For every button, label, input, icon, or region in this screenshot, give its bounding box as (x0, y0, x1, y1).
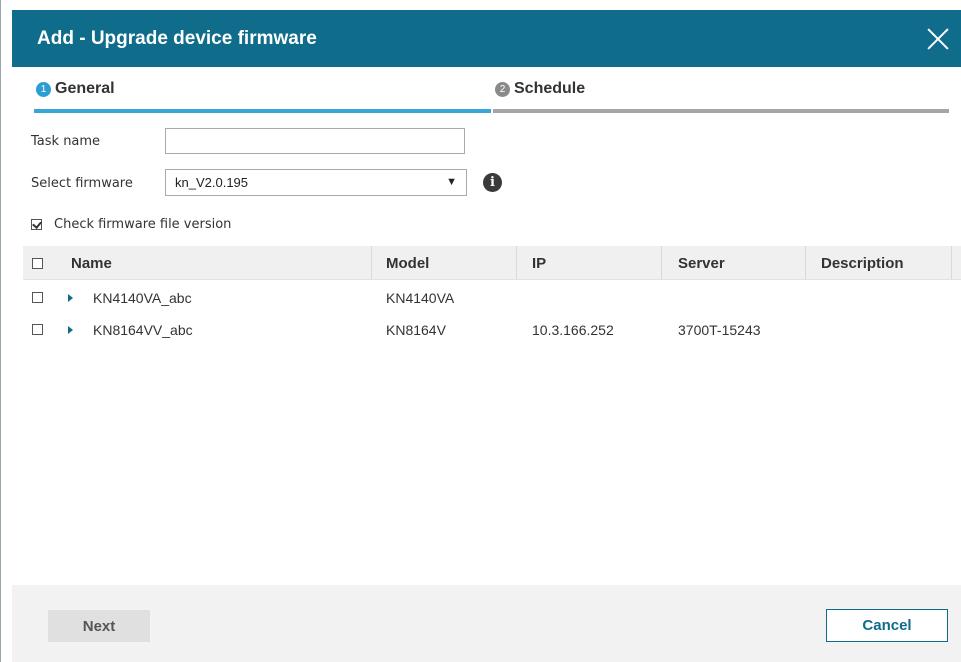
row-ip: 10.3.166.252 (532, 322, 614, 338)
column-divider[interactable] (805, 246, 806, 279)
step-progress-bar (493, 109, 949, 113)
firmware-select[interactable]: kn_V2.0.195 ▼ (165, 169, 467, 196)
next-button[interactable]: Next (48, 610, 150, 642)
wizard-steps: 1 General 2 Schedule (34, 67, 949, 113)
column-header-description[interactable]: Description (821, 255, 904, 272)
column-divider[interactable] (371, 246, 372, 279)
cancel-button[interactable]: Cancel (826, 609, 948, 642)
table-row[interactable]: KN8164VV_abc KN8164V 10.3.166.252 3700T-… (23, 316, 953, 344)
step-progress-bar (34, 109, 491, 113)
step-general[interactable]: 1 General (34, 67, 491, 113)
row-checkbox[interactable] (32, 324, 43, 335)
column-header-model[interactable]: Model (386, 255, 429, 272)
row-server: 3700T-15243 (678, 322, 761, 338)
step-number-badge: 1 (36, 81, 51, 97)
row-name: KN4140VA_abc (93, 290, 192, 306)
row-model: KN8164V (386, 322, 446, 338)
table-row[interactable]: KN4140VA_abc KN4140VA (23, 284, 953, 312)
upgrade-firmware-dialog: Add - Upgrade device firmware 1 General … (0, 0, 961, 662)
check-version-checkbox[interactable] (31, 219, 42, 230)
column-header-server[interactable]: Server (678, 255, 725, 272)
step-number-badge: 2 (495, 81, 510, 97)
step-label: General (55, 80, 115, 97)
close-icon[interactable] (926, 27, 950, 51)
column-divider[interactable] (516, 246, 517, 279)
step-label: Schedule (514, 80, 586, 97)
select-all-checkbox[interactable] (32, 258, 43, 269)
row-model: KN4140VA (386, 290, 455, 306)
dropdown-arrow-icon: ▼ (446, 176, 457, 188)
check-version-label: Check firmware file version (54, 217, 232, 232)
task-name-input[interactable] (165, 128, 465, 154)
column-divider[interactable] (951, 246, 952, 279)
column-header-name[interactable]: Name (71, 255, 112, 272)
table-header: Name Model IP Server Description (23, 246, 961, 280)
dialog-footer: Next Cancel (12, 585, 961, 662)
task-name-label: Task name (31, 134, 101, 149)
select-firmware-label: Select firmware (31, 176, 133, 191)
dialog-titlebar: Add - Upgrade device firmware (12, 10, 961, 67)
expand-arrow-icon[interactable] (68, 294, 73, 302)
dialog-title: Add - Upgrade device firmware (37, 28, 317, 49)
row-name: KN8164VV_abc (93, 322, 193, 338)
column-header-ip[interactable]: IP (532, 255, 546, 272)
column-divider[interactable] (661, 246, 662, 279)
expand-arrow-icon[interactable] (68, 326, 73, 334)
step-schedule[interactable]: 2 Schedule (493, 67, 949, 113)
firmware-select-value: kn_V2.0.195 (175, 175, 249, 190)
info-icon[interactable]: i (483, 173, 502, 192)
row-checkbox[interactable] (32, 292, 43, 303)
